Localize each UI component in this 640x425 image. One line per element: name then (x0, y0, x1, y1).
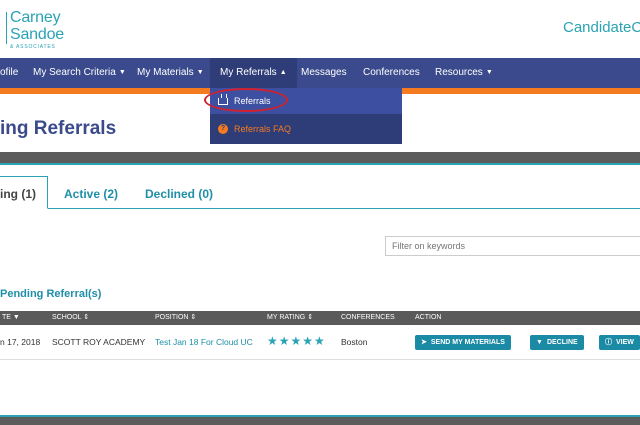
nav-conferences[interactable]: Conferences (357, 58, 426, 88)
content-top-border (0, 163, 640, 165)
chevron-up-icon: ▲ (279, 69, 287, 76)
sort-icon: ⇕ (190, 314, 197, 321)
nav-messages[interactable]: Messages (295, 58, 353, 88)
column-header-position[interactable]: POSITION ⇕ (155, 311, 196, 325)
view-button[interactable]: ⓘ VIEW (599, 335, 640, 350)
send-materials-button[interactable]: ➤ SEND MY MATERIALS (415, 335, 511, 350)
nav-label: Resources (435, 67, 483, 78)
logo[interactable]: Carney Sandoe & ASSOCIATES (10, 10, 64, 50)
nav-label: My Referrals (220, 67, 277, 78)
filter-input[interactable] (385, 236, 640, 256)
column-header-rating[interactable]: MY RATING ⇕ (267, 311, 313, 325)
rating-stars[interactable]: ★★★★★ (267, 334, 326, 348)
nav-resources[interactable]: Resources ▼ (429, 58, 499, 88)
button-label: VIEW (616, 339, 634, 346)
footer-band (0, 417, 640, 425)
column-header-date[interactable]: TE ▼ (2, 311, 20, 325)
button-label: SEND MY MATERIALS (430, 339, 505, 346)
highlight-annotation (204, 88, 288, 112)
tab-declined[interactable]: Declined (0) (145, 187, 213, 201)
nav-my-materials[interactable]: My Materials ▼ (131, 58, 210, 88)
send-icon: ➤ (421, 339, 427, 346)
nav-my-referrals[interactable]: My Referrals ▲ (210, 58, 297, 88)
cell-school: SCOTT ROY ACADEMY (52, 337, 146, 347)
dropdown-item-label: Referrals FAQ (234, 124, 292, 134)
decline-button[interactable]: ▼ DECLINE (530, 335, 584, 350)
nav-label: My Search Criteria (33, 67, 116, 78)
tab-pending[interactable]: ing (1) (0, 187, 36, 201)
nav-label: ofile (0, 67, 19, 78)
logo-divider (6, 12, 7, 44)
nav-label: Conferences (363, 67, 420, 78)
cell-date: n 17, 2018 (0, 337, 41, 347)
column-header-label: TE (2, 314, 11, 321)
info-icon: ⓘ (605, 339, 612, 346)
table-header: TE ▼ SCHOOL ⇕ POSITION ⇕ MY RATING ⇕ CON… (0, 311, 640, 325)
button-label: DECLINE (546, 339, 578, 346)
column-header-action: ACTION (415, 314, 442, 321)
nav-label: Messages (301, 67, 347, 78)
tabs-baseline (0, 208, 640, 209)
candidate-brand[interactable]: CandidateC (563, 19, 640, 36)
page: Carney Sandoe & ASSOCIATES CandidateC of… (0, 0, 640, 425)
main-nav: ofile My Search Criteria ▼ My Materials ▼ … (0, 58, 640, 88)
logo-line-3: & ASSOCIATES (10, 44, 56, 50)
logo-line-1: Carney (10, 9, 61, 26)
chevron-down-icon: ▼ (118, 69, 126, 76)
column-header-conferences: CONFERENCES (341, 314, 395, 321)
dropdown-item-referrals-faq[interactable]: ? Referrals FAQ (210, 116, 402, 142)
column-header-label: MY RATING (267, 314, 306, 321)
section-title: Pending Referral(s) (0, 288, 102, 300)
column-header-label: SCHOOL (52, 314, 82, 321)
tab-active[interactable]: Active (2) (64, 187, 118, 201)
nav-profile[interactable]: ofile (0, 58, 24, 88)
sort-icon: ⇕ (83, 314, 90, 321)
column-header-label: POSITION (155, 314, 189, 321)
sort-icon: ⇕ (307, 314, 314, 321)
cell-position-link[interactable]: Test Jan 18 For Cloud UC (155, 337, 253, 347)
header: Carney Sandoe & ASSOCIATES CandidateC (0, 0, 640, 58)
chevron-down-icon: ▼ (196, 69, 204, 76)
nav-my-search-criteria[interactable]: My Search Criteria ▼ (27, 58, 132, 88)
cell-conference: Boston (341, 337, 368, 347)
table-row: n 17, 2018 SCOTT ROY ACADEMY Test Jan 18… (0, 325, 640, 360)
chevron-down-icon: ▼ (485, 69, 493, 76)
page-title: ing Referrals (0, 118, 117, 139)
logo-line-2: Sandoe (10, 26, 64, 43)
question-icon: ? (218, 124, 228, 134)
column-header-school[interactable]: SCHOOL ⇕ (52, 311, 89, 325)
thumbs-down-icon: ▼ (536, 339, 543, 346)
section-divider (0, 152, 640, 163)
nav-label: My Materials (137, 67, 194, 78)
sort-down-icon: ▼ (12, 314, 20, 321)
